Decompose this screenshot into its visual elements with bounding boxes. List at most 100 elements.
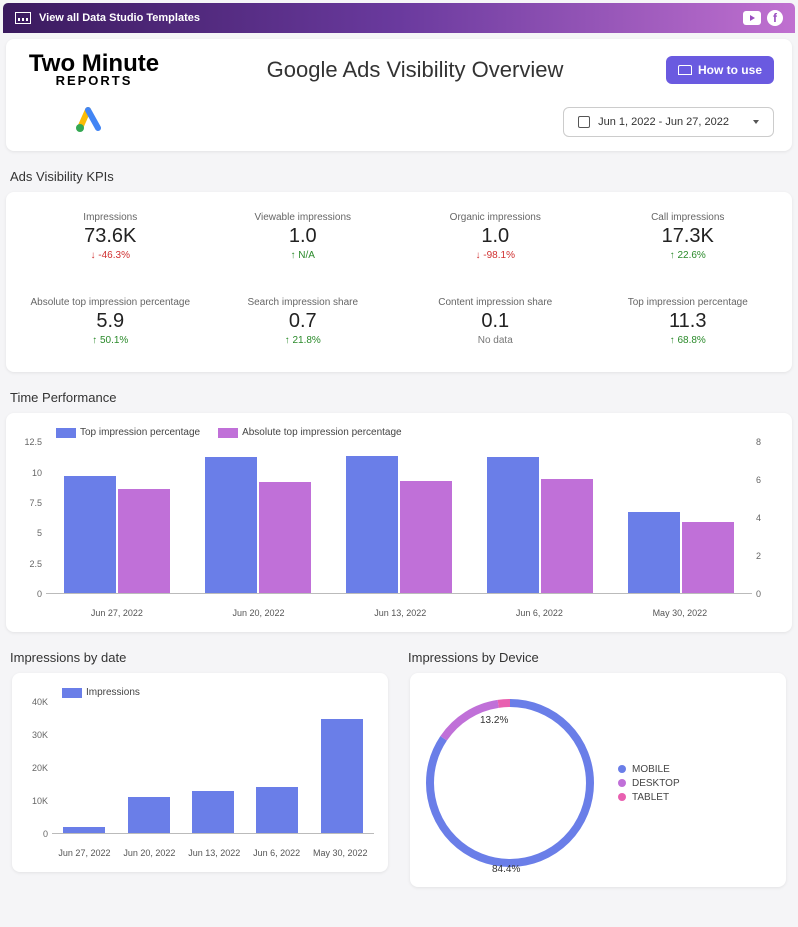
kpis-section-title: Ads Visibility KPIs	[10, 169, 788, 184]
bar	[63, 827, 105, 834]
top-banner[interactable]: View all Data Studio Templates f	[3, 3, 795, 33]
bar	[541, 479, 593, 594]
kpi-tile: Content impression share 0.1 No data	[399, 291, 592, 352]
bar	[400, 481, 452, 593]
bar-group	[487, 442, 593, 593]
bar-group	[205, 442, 311, 593]
kpi-label: Search impression share	[211, 297, 396, 308]
how-to-use-button[interactable]: How to use	[666, 56, 774, 84]
header-card: Two Minute REPORTS Google Ads Visibility…	[6, 39, 792, 151]
kpi-value: 1.0	[403, 225, 588, 248]
logo-line1: Two Minute	[24, 53, 164, 75]
kpi-delta: ↑ 68.8%	[596, 335, 781, 346]
legend-dot	[618, 793, 626, 801]
device-legend-item: TABLET	[618, 792, 680, 803]
kpi-tile: Viewable impressions 1.0 ↑ N/A	[207, 206, 400, 267]
kpi-tile: Top impression percentage 11.3 ↑ 68.8%	[592, 291, 785, 352]
legend-label-1: Top impression percentage	[80, 427, 200, 438]
donut-label-mobile: 84.4%	[492, 864, 520, 875]
legend-label: TABLET	[632, 792, 669, 803]
template-icon	[15, 12, 31, 24]
x-axis-label: May 30, 2022	[313, 848, 368, 858]
bar	[682, 522, 734, 593]
imp-date-legend: Impressions	[62, 687, 378, 698]
bar-group	[628, 442, 734, 593]
youtube-icon[interactable]	[743, 11, 761, 25]
kpi-value: 17.3K	[596, 225, 781, 248]
kpi-tile: Search impression share 0.7 ↑ 21.8%	[207, 291, 400, 352]
bar	[118, 489, 170, 593]
kpi-label: Impressions	[18, 212, 203, 223]
x-axis-label: Jun 27, 2022	[58, 848, 110, 858]
bar	[205, 457, 257, 594]
kpi-delta: ↓ -46.3%	[18, 250, 203, 261]
bar	[256, 787, 298, 833]
device-legend-item: MOBILE	[618, 764, 680, 775]
imp-date-section-title: Impressions by date	[10, 650, 390, 665]
kpi-label: Absolute top impression percentage	[18, 297, 203, 308]
kpi-delta: ↑ 21.8%	[211, 335, 396, 346]
legend-dot	[618, 779, 626, 787]
bar-group	[346, 442, 452, 593]
kpi-value: 11.3	[596, 310, 781, 333]
facebook-icon[interactable]: f	[767, 10, 783, 26]
kpi-label: Content impression share	[403, 297, 588, 308]
bar	[321, 719, 363, 834]
kpi-delta: ↑ 22.6%	[596, 250, 781, 261]
x-axis-label: May 30, 2022	[653, 608, 708, 618]
x-axis-label: Jun 13, 2022	[188, 848, 240, 858]
date-range-text: Jun 1, 2022 - Jun 27, 2022	[598, 116, 729, 128]
kpi-value: 0.7	[211, 310, 396, 333]
legend-swatch-blue	[62, 688, 82, 698]
legend-swatch-purple	[218, 428, 238, 438]
legend-label-2: Absolute top impression percentage	[242, 427, 402, 438]
page-title: Google Ads Visibility Overview	[164, 57, 666, 83]
x-axis-label: Jun 20, 2022	[123, 848, 175, 858]
time-chart-legend: Top impression percentage Absolute top i…	[56, 427, 782, 438]
time-section-title: Time Performance	[10, 390, 788, 405]
bar	[259, 482, 311, 593]
device-legend: MOBILE DESKTOP TABLET	[618, 761, 680, 806]
kpi-tile: Absolute top impression percentage 5.9 ↑…	[14, 291, 207, 352]
kpi-delta: No data	[403, 335, 588, 346]
brand-logo: Two Minute REPORTS	[24, 53, 164, 86]
kpi-value: 0.1	[403, 310, 588, 333]
kpi-label: Call impressions	[596, 212, 781, 223]
imp-date-legend-label: Impressions	[86, 687, 140, 698]
bar	[628, 512, 680, 593]
kpi-delta: ↑ 50.1%	[18, 335, 203, 346]
bar	[192, 791, 234, 834]
kpi-label: Top impression percentage	[596, 297, 781, 308]
legend-dot	[618, 765, 626, 773]
bar	[346, 456, 398, 594]
time-performance-chart: Top impression percentage Absolute top i…	[6, 413, 792, 632]
kpi-card: Impressions 73.6K ↓ -46.3%Viewable impre…	[6, 192, 792, 372]
kpi-value: 5.9	[18, 310, 203, 333]
x-axis-label: Jun 6, 2022	[516, 608, 563, 618]
kpi-tile: Call impressions 17.3K ↑ 22.6%	[592, 206, 785, 267]
kpi-label: Organic impressions	[403, 212, 588, 223]
x-axis-label: Jun 6, 2022	[253, 848, 300, 858]
donut-label-desktop: 13.2%	[480, 715, 508, 726]
kpi-delta: ↓ -98.1%	[403, 250, 588, 261]
x-axis-label: Jun 13, 2022	[374, 608, 426, 618]
device-legend-item: DESKTOP	[618, 778, 680, 789]
date-range-picker[interactable]: Jun 1, 2022 - Jun 27, 2022	[563, 107, 774, 137]
bar	[128, 797, 170, 833]
impressions-by-date-chart: Impressions 010K20K30K40K Jun 27, 2022Ju…	[12, 673, 388, 872]
kpi-value: 1.0	[211, 225, 396, 248]
x-axis-label: Jun 20, 2022	[233, 608, 285, 618]
legend-swatch-blue	[56, 428, 76, 438]
kpi-delta: ↑ N/A	[211, 250, 396, 261]
imp-device-section-title: Impressions by Device	[408, 650, 788, 665]
top-banner-link[interactable]: View all Data Studio Templates	[39, 12, 200, 24]
google-ads-icon	[74, 106, 104, 137]
how-to-use-label: How to use	[698, 63, 762, 77]
bar-group	[64, 442, 170, 593]
calendar-icon	[578, 116, 590, 128]
kpi-tile: Impressions 73.6K ↓ -46.3%	[14, 206, 207, 267]
legend-label: DESKTOP	[632, 778, 680, 789]
kpi-label: Viewable impressions	[211, 212, 396, 223]
book-icon	[678, 65, 692, 75]
impressions-by-device-chart: 84.4% 13.2% MOBILE DESKTOP TABLET	[410, 673, 786, 887]
